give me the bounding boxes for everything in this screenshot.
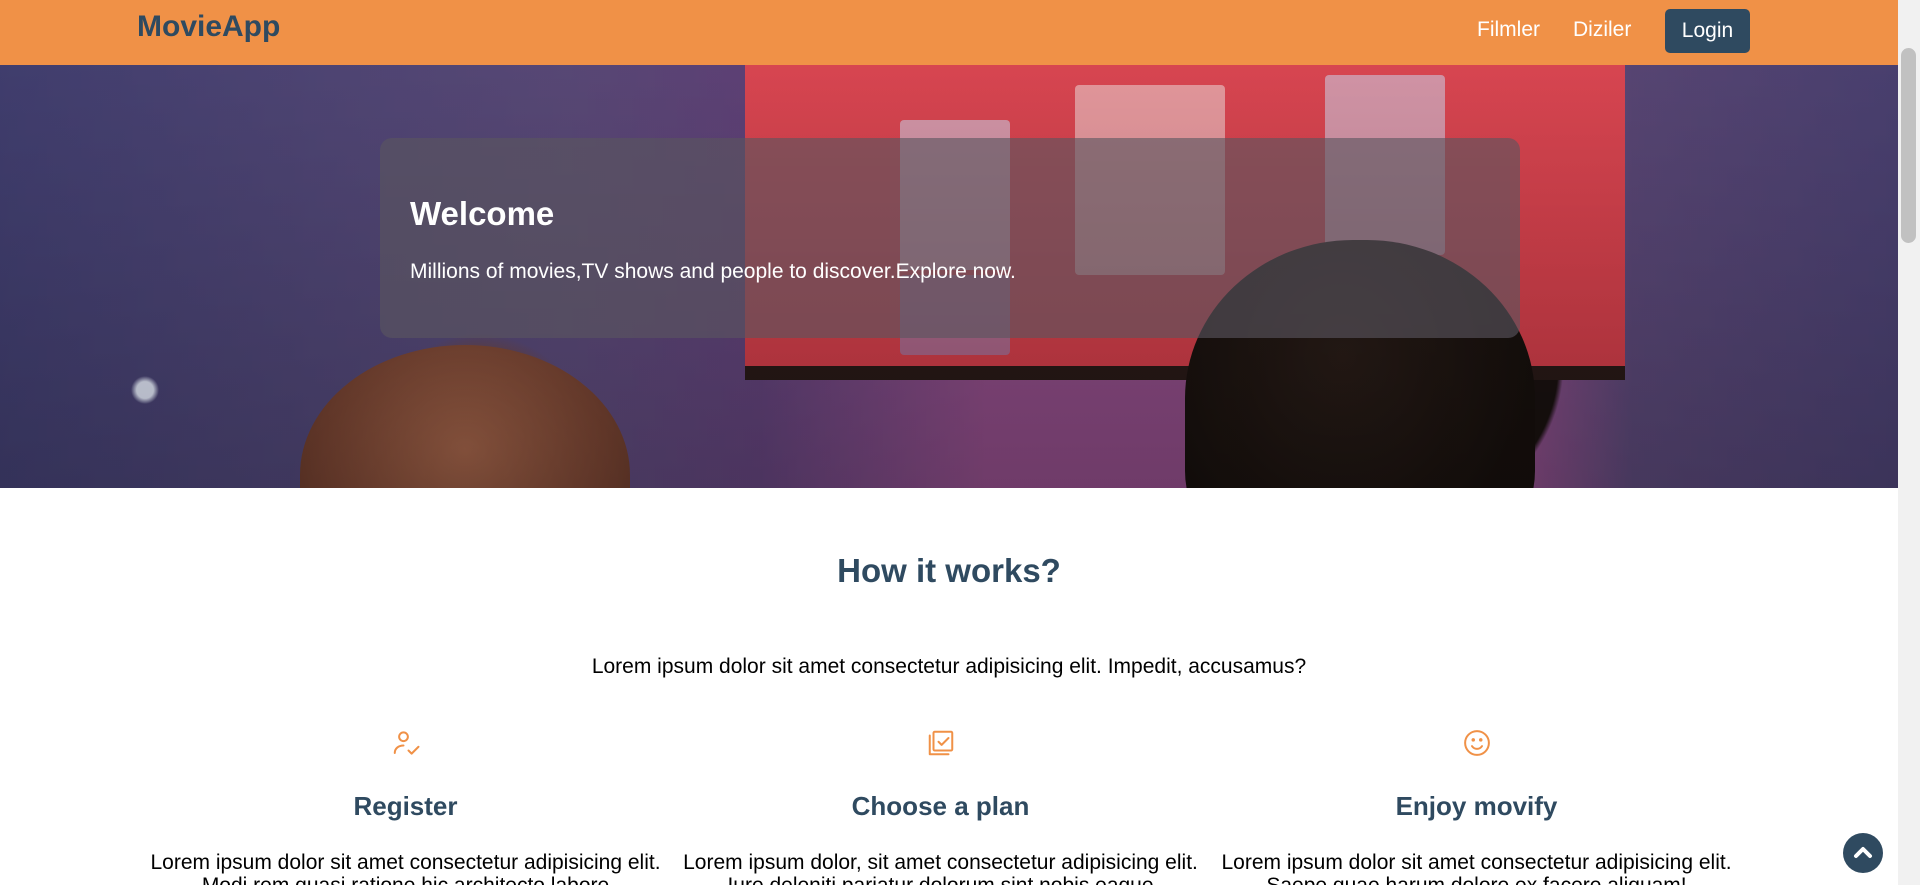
scroll-to-top-button[interactable] [1843,833,1883,873]
feature-enjoy: Enjoy movify Lorem ipsum dolor sit amet … [1208,728,1745,885]
chevron-up-icon [1854,847,1872,858]
brand-logo[interactable]: MovieApp [137,10,280,44]
feature-text: Lorem ipsum dolor sit amet consectetur a… [150,851,661,885]
nav-link-series[interactable]: Diziler [1573,18,1631,42]
feature-choose-plan: Choose a plan Lorem ipsum dolor, sit ame… [672,728,1209,885]
smile-icon [1208,728,1745,764]
welcome-title: Welcome [410,195,555,232]
welcome-card: Welcome Millions of movies,TV shows and … [380,138,1520,338]
feature-text: Lorem ipsum dolor, sit amet consectetur … [683,851,1198,885]
feature-title: Enjoy movify [1395,791,1558,821]
user-check-icon [137,728,674,764]
feature-title: Choose a plan [851,791,1030,821]
welcome-subtitle: Millions of movies,TV shows and people t… [410,260,1016,283]
feature-text: Lorem ipsum dolor sit amet consectetur a… [1221,851,1732,885]
how-it-works-subtitle: Lorem ipsum dolor sit amet consectetur a… [591,655,1307,678]
feature-register: Register Lorem ipsum dolor sit amet cons… [137,728,674,885]
checklist-icon [672,728,1209,764]
nav-link-films[interactable]: Filmler [1477,18,1540,42]
scrollbar-thumb[interactable] [1901,48,1916,243]
login-button[interactable]: Login [1665,9,1750,53]
feature-title: Register [353,791,458,821]
navbar: MovieApp Filmler Diziler Login [0,0,1898,65]
page-scrollbar[interactable] [1898,0,1920,885]
how-it-works-title: How it works? [837,552,1061,589]
